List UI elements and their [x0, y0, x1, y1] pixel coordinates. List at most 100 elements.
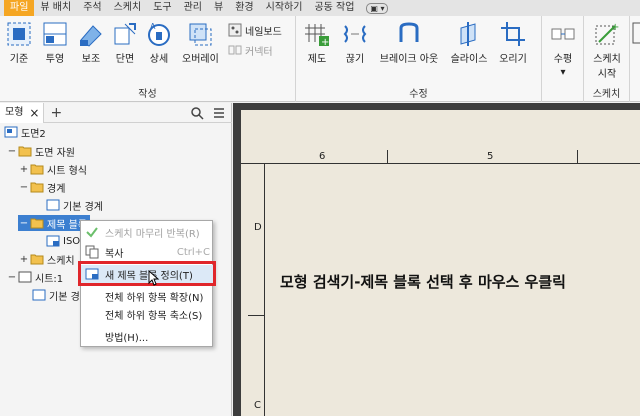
sheet-border-top [241, 163, 640, 164]
menu-item-copy[interactable]: 복사 Ctrl+C [81, 243, 214, 261]
draft-grid-icon: + [305, 24, 329, 48]
expand-node-icon[interactable]: + [18, 161, 30, 177]
folder-icon [30, 254, 44, 265]
menu-item-collapse-all[interactable]: 전체 하위 항목 축소(S) [81, 305, 214, 323]
tab-view[interactable]: 뷰 [208, 0, 229, 16]
folder-icon [18, 146, 32, 157]
base-view-button[interactable]: 기준 [4, 20, 34, 65]
base-view-icon [7, 22, 31, 46]
checkmark-icon [86, 227, 98, 238]
break-out-icon [399, 22, 419, 42]
tree-iso[interactable]: ISO [46, 233, 80, 249]
break-out-button[interactable]: 브레이크 아웃 [376, 20, 442, 65]
border-icon [32, 289, 46, 301]
tree-borders[interactable]: − 경계 [18, 179, 66, 195]
ribbon-panel: 기준 투영 보조 단면 A 상세 오버레이 네일보드 커넥터 작성 + 제도 끊… [0, 16, 640, 102]
auxiliary-view-button[interactable]: 보조 [76, 20, 106, 65]
menu-spacer [85, 329, 99, 343]
drawing-icon [4, 126, 18, 138]
nailboard-icon [228, 23, 242, 37]
svg-text:+: + [321, 37, 329, 48]
tree-root-drawing[interactable]: 도면2 [4, 124, 46, 140]
expand-node-icon[interactable]: + [18, 251, 30, 267]
projected-view-button[interactable]: 투영 [40, 20, 70, 65]
tab-model[interactable]: 모형 × [0, 102, 45, 123]
detail-view-button[interactable]: A 상세 [144, 20, 174, 65]
svg-text:+: + [611, 22, 619, 33]
sketch-group: + 스케치 시작 스케치 [584, 16, 630, 102]
horizontal-button[interactable]: 수평 ▾ [548, 20, 578, 78]
overlay-view-icon [189, 23, 212, 46]
tree-sketch-symbols[interactable]: + 스케치 [18, 251, 75, 267]
copy-icon [85, 245, 99, 259]
draft-view-button[interactable]: + 제도 [302, 20, 332, 65]
tab-manage[interactable]: 관리 [178, 0, 208, 16]
close-icon[interactable]: × [29, 103, 39, 123]
collapse-node-icon[interactable]: − [18, 179, 30, 195]
ruler-label-c: C [254, 400, 261, 411]
horizontal-group: 수평 ▾ [542, 16, 584, 102]
menu-item-repeat-finish-sketch[interactable]: 스케치 마무리 반복(R) [81, 223, 214, 241]
collapse-node-icon[interactable]: − [6, 269, 18, 285]
ruler-tick [387, 150, 388, 163]
ruler-label-5: 5 [487, 151, 494, 162]
modify-group-label: 수정 [409, 89, 428, 100]
tab-collaborate[interactable]: 공동 작업 [308, 0, 360, 16]
nailboard-button[interactable]: 네일보드 [228, 22, 282, 38]
menu-item-expand-all[interactable]: 전체 하위 항목 확장(N) [81, 287, 214, 305]
tab-file[interactable]: 파일 [4, 0, 35, 16]
start-sketch-button[interactable]: + 스케치 시작 [592, 20, 622, 80]
menu-spacer [85, 289, 99, 303]
border-icon [46, 199, 60, 211]
ruler-tick [577, 150, 578, 163]
menu-icon[interactable] [212, 106, 226, 120]
menu-item-how-to[interactable]: 방법(H)... [81, 327, 214, 345]
tab-environment[interactable]: 환경 [229, 0, 259, 16]
crop-button[interactable]: 오리기 [498, 20, 528, 65]
section-view-button[interactable]: 단면 [110, 20, 140, 65]
search-icon[interactable] [190, 106, 204, 120]
slice-button[interactable]: 슬라이스 [448, 20, 490, 65]
detail-view-icon: A [148, 22, 170, 46]
mouse-cursor-icon [148, 270, 160, 286]
tree-sheet-default-border[interactable]: 기본 경 [32, 287, 80, 303]
ruler-label-6: 6 [319, 151, 326, 162]
folder-icon [30, 164, 44, 175]
browser-header-tools [190, 106, 226, 120]
drawing-sheet[interactable] [241, 110, 640, 416]
browser-header: 모형 × + [0, 102, 232, 123]
svg-text:A: A [150, 22, 156, 31]
start-sketch-icon: + [595, 22, 619, 45]
ribbon-options-button[interactable]: ▣ ▾ [366, 2, 389, 14]
tree-sheet-formats[interactable]: + 시트 형식 [18, 161, 87, 177]
folder-icon [30, 218, 44, 229]
tab-getting-started[interactable]: 시작하기 [260, 0, 309, 16]
title-block-icon [46, 235, 60, 247]
auxiliary-view-icon [80, 25, 102, 47]
ruler-tick [248, 315, 264, 316]
add-tab-icon[interactable]: + [50, 105, 62, 121]
horizontal-align-icon [551, 28, 575, 40]
collapse-node-icon[interactable]: − [6, 143, 18, 159]
projected-view-icon [43, 22, 67, 46]
tree-drawing-resources[interactable]: − 도면 자원 [6, 143, 75, 159]
create-group: 기준 투영 보조 단면 A 상세 오버레이 네일보드 커넥터 작성 [0, 16, 296, 102]
break-button[interactable]: 끊기 [340, 20, 370, 65]
tree-sheet-1[interactable]: − 시트:1 [6, 269, 63, 285]
menu-spacer [85, 307, 99, 321]
tree-default-border[interactable]: 기본 경계 [46, 197, 103, 213]
collapse-node-icon[interactable]: − [18, 215, 30, 231]
tab-view-layout[interactable]: 뷰 배치 [34, 0, 77, 16]
tab-tools[interactable]: 도구 [147, 0, 177, 16]
ribbon-overflow [630, 16, 640, 102]
ruler-label-d: D [254, 222, 262, 233]
dropdown-arrow-icon: ▾ [560, 67, 566, 78]
tab-sketch[interactable]: 스케치 [108, 0, 148, 16]
folder-icon [30, 182, 44, 193]
connector-button[interactable]: 커넥터 [228, 42, 273, 58]
overlay-view-button[interactable]: 오버레이 [182, 20, 219, 65]
tab-annotate[interactable]: 주석 [77, 0, 107, 16]
sketch-group-label: 스케치 [592, 89, 621, 100]
slice-icon [460, 22, 476, 46]
ribbon-tab-bar: 파일 뷰 배치 주석 스케치 도구 관리 뷰 환경 시작하기 공동 작업 ▣ ▾ [0, 0, 640, 16]
